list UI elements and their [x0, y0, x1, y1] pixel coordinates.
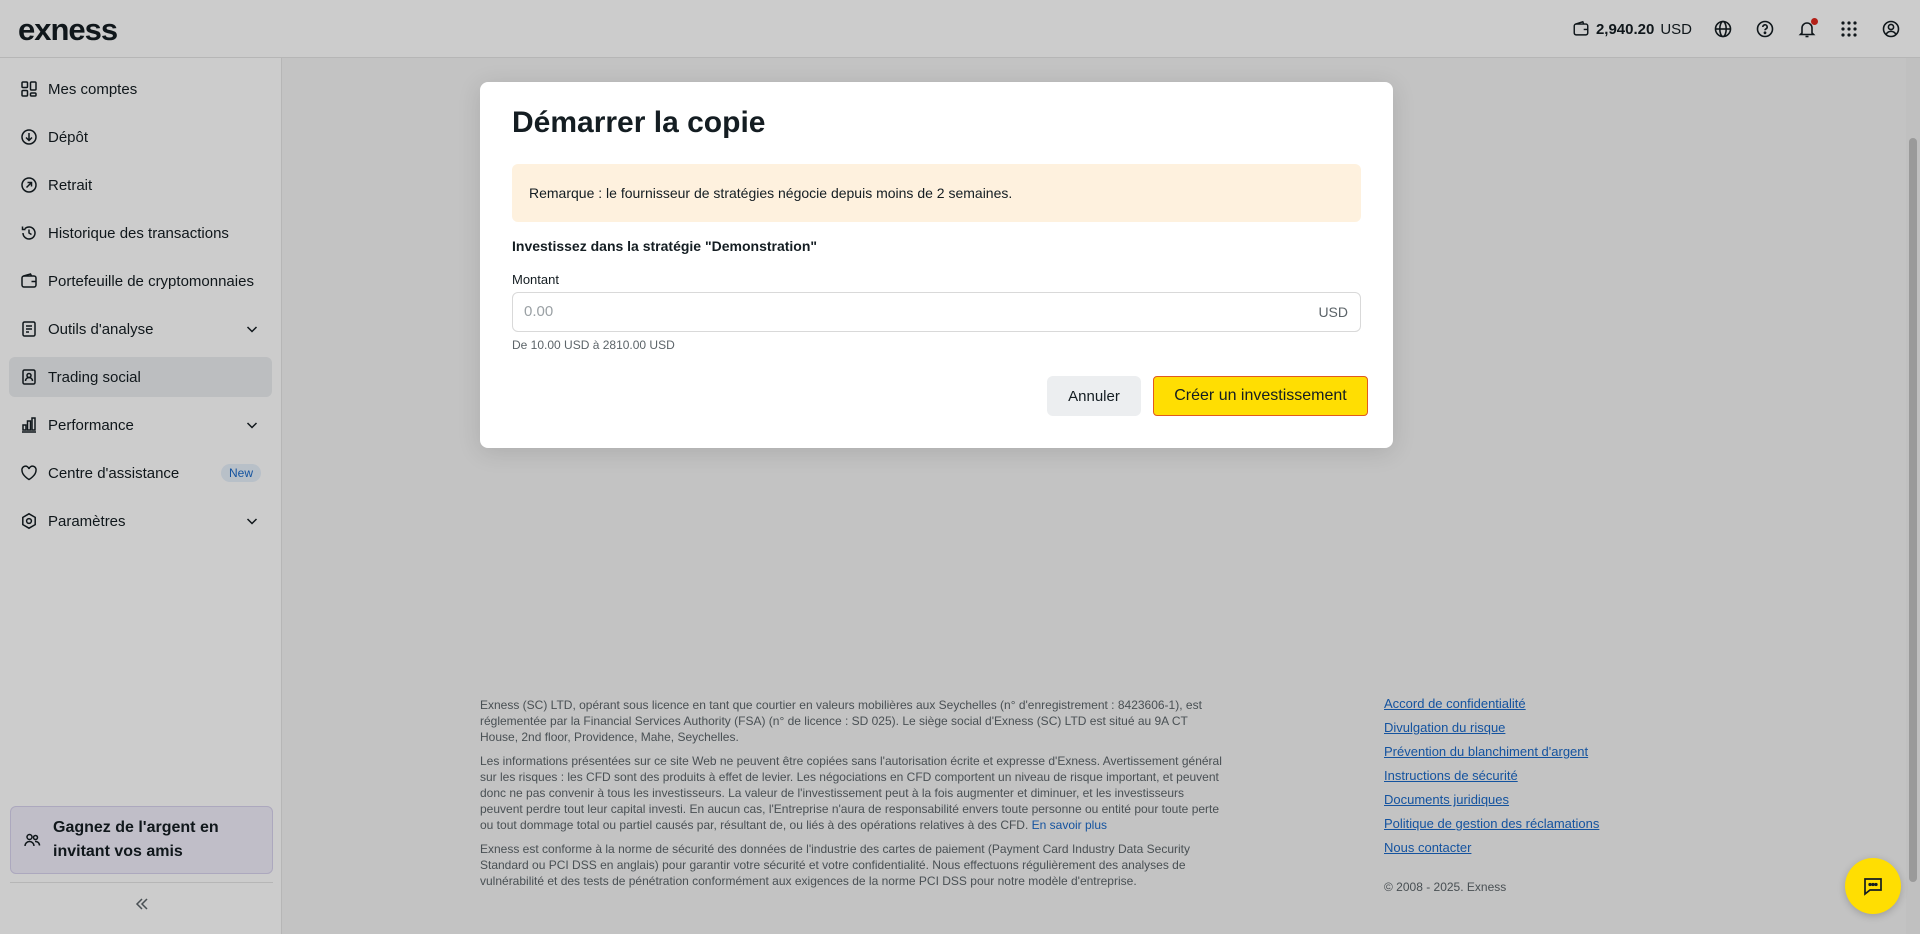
modal-title: Démarrer la copie: [512, 106, 766, 139]
strategy-label: Investissez dans la stratégie "Demonstra…: [512, 238, 818, 254]
create-investment-button[interactable]: Créer un investissement: [1153, 376, 1368, 416]
cancel-button[interactable]: Annuler: [1047, 376, 1141, 416]
notice-text: Remarque : le fournisseur de stratégies …: [529, 185, 1013, 201]
chat-icon: [1864, 878, 1882, 896]
start-copy-modal: Démarrer la copie Remarque : le fourniss…: [480, 82, 1393, 448]
amount-field[interactable]: USD: [512, 292, 1361, 332]
chat-support-button[interactable]: [1845, 858, 1901, 914]
amount-range-hint: De 10.00 USD à 2810.00 USD: [512, 338, 675, 352]
amount-currency: USD: [1318, 304, 1348, 320]
amount-label: Montant: [512, 272, 559, 287]
warning-notice: Remarque : le fournisseur de stratégies …: [512, 164, 1361, 222]
amount-input[interactable]: [524, 303, 1224, 320]
